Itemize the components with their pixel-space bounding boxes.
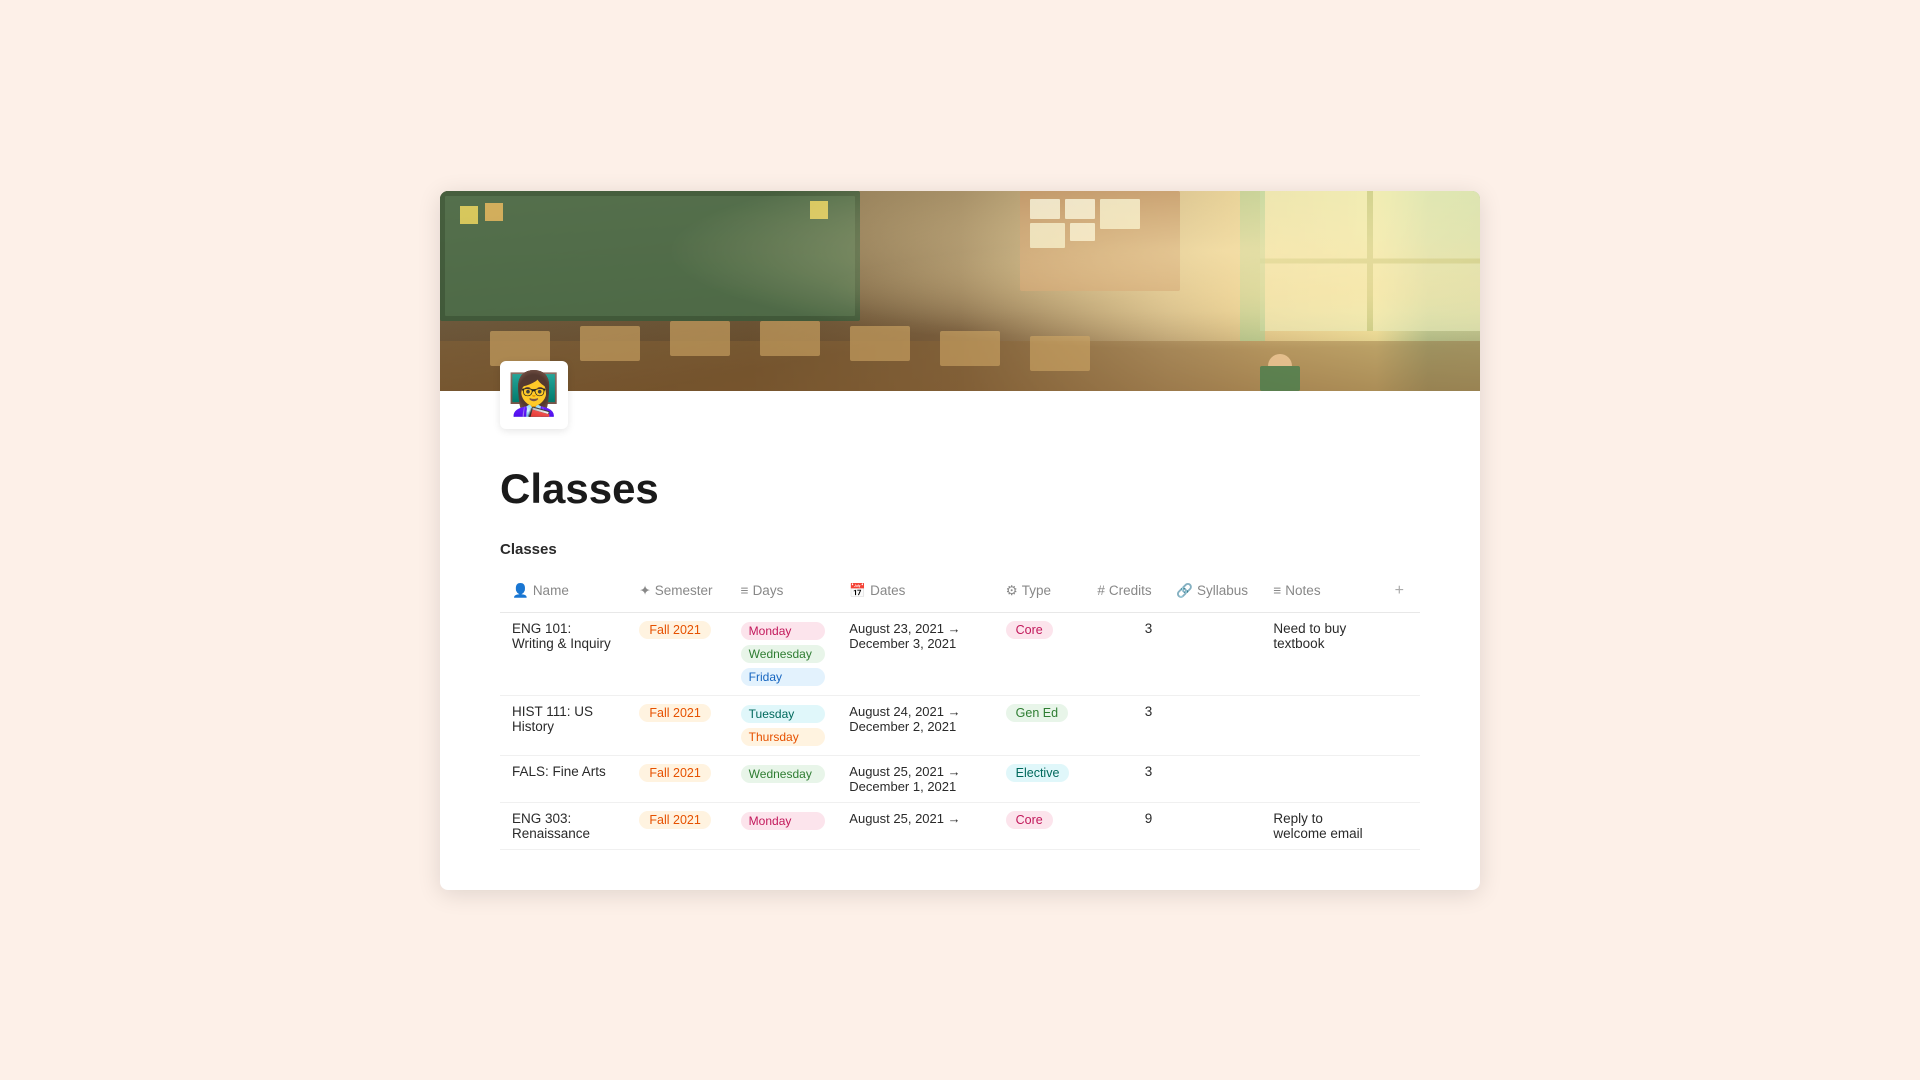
cell-syllabus bbox=[1164, 755, 1261, 802]
cell-notes: Reply to welcome email bbox=[1261, 802, 1378, 849]
th-semester: ✦ Semester bbox=[627, 570, 728, 613]
cell-dates: August 25, 2021 →December 1, 2021 bbox=[837, 755, 993, 802]
table-row: ENG 101: Writing & InquiryFall 2021Monda… bbox=[500, 612, 1420, 695]
th-add: + bbox=[1379, 570, 1420, 613]
cell-semester: Fall 2021 bbox=[627, 695, 728, 755]
cell-credits: 3 bbox=[1085, 695, 1164, 755]
content-area: Classes Classes 👤 Name ✦ Semester bbox=[440, 429, 1480, 890]
calendar-icon: 📅 bbox=[849, 583, 866, 599]
th-type: ⚙ Type bbox=[994, 570, 1086, 613]
th-days: ≡ Days bbox=[729, 570, 838, 613]
cell-dates: August 24, 2021 →December 2, 2021 bbox=[837, 695, 993, 755]
cell-add bbox=[1379, 612, 1420, 695]
cell-syllabus bbox=[1164, 802, 1261, 849]
table-row: ENG 303: RenaissanceFall 2021MondayAugus… bbox=[500, 802, 1420, 849]
table-row: HIST 111: US HistoryFall 2021TuesdayThur… bbox=[500, 695, 1420, 755]
cell-semester: Fall 2021 bbox=[627, 612, 728, 695]
classes-table: 👤 Name ✦ Semester ≡ Days bbox=[500, 570, 1420, 850]
cell-add bbox=[1379, 755, 1420, 802]
cell-type: Core bbox=[994, 802, 1086, 849]
cell-credits: 3 bbox=[1085, 612, 1164, 695]
hash-icon: # bbox=[1097, 583, 1105, 598]
cell-credits: 9 bbox=[1085, 802, 1164, 849]
avatar-wrapper: 👩‍🏫 bbox=[440, 361, 1480, 429]
cell-dates: August 23, 2021 →December 3, 2021 bbox=[837, 612, 993, 695]
cell-semester: Fall 2021 bbox=[627, 755, 728, 802]
cell-days: TuesdayThursday bbox=[729, 695, 838, 755]
cell-add bbox=[1379, 802, 1420, 849]
cell-name: ENG 101: Writing & Inquiry bbox=[500, 612, 627, 695]
cell-name: FALS: Fine Arts bbox=[500, 755, 627, 802]
cell-notes bbox=[1261, 695, 1378, 755]
cell-syllabus bbox=[1164, 695, 1261, 755]
cell-add bbox=[1379, 695, 1420, 755]
page-title: Classes bbox=[500, 465, 1420, 513]
cell-dates: August 25, 2021 → bbox=[837, 802, 993, 849]
cell-syllabus bbox=[1164, 612, 1261, 695]
cell-type: Gen Ed bbox=[994, 695, 1086, 755]
lines-icon: ≡ bbox=[1273, 583, 1281, 598]
cell-notes: Need to buy textbook bbox=[1261, 612, 1378, 695]
cell-days: Wednesday bbox=[729, 755, 838, 802]
gear-icon: ⚙ bbox=[1006, 583, 1018, 599]
cell-type: Core bbox=[994, 612, 1086, 695]
th-dates: 📅 Dates bbox=[837, 570, 993, 613]
cell-days: MondayWednesdayFriday bbox=[729, 612, 838, 695]
avatar-emoji: 👩‍🏫 bbox=[508, 370, 560, 419]
person-icon: 👤 bbox=[512, 583, 529, 599]
cell-notes bbox=[1261, 755, 1378, 802]
th-syllabus: 🔗 Syllabus bbox=[1164, 570, 1261, 613]
cell-name: ENG 303: Renaissance bbox=[500, 802, 627, 849]
star-icon: ✦ bbox=[639, 583, 650, 599]
add-column-button[interactable]: + bbox=[1391, 578, 1408, 604]
page-container: 👩‍🏫 Classes Classes 👤 Name ✦ bbox=[440, 191, 1480, 890]
table-row: FALS: Fine ArtsFall 2021WednesdayAugust … bbox=[500, 755, 1420, 802]
cell-name: HIST 111: US History bbox=[500, 695, 627, 755]
cell-credits: 3 bbox=[1085, 755, 1164, 802]
cell-type: Elective bbox=[994, 755, 1086, 802]
avatar: 👩‍🏫 bbox=[500, 361, 568, 429]
list-icon: ≡ bbox=[741, 583, 749, 598]
link-icon: 🔗 bbox=[1176, 583, 1193, 599]
th-name: 👤 Name bbox=[500, 570, 627, 613]
section-label: Classes bbox=[500, 541, 1420, 558]
th-notes: ≡ Notes bbox=[1261, 570, 1378, 613]
cell-days: Monday bbox=[729, 802, 838, 849]
cell-semester: Fall 2021 bbox=[627, 802, 728, 849]
th-credits: # Credits bbox=[1085, 570, 1164, 613]
